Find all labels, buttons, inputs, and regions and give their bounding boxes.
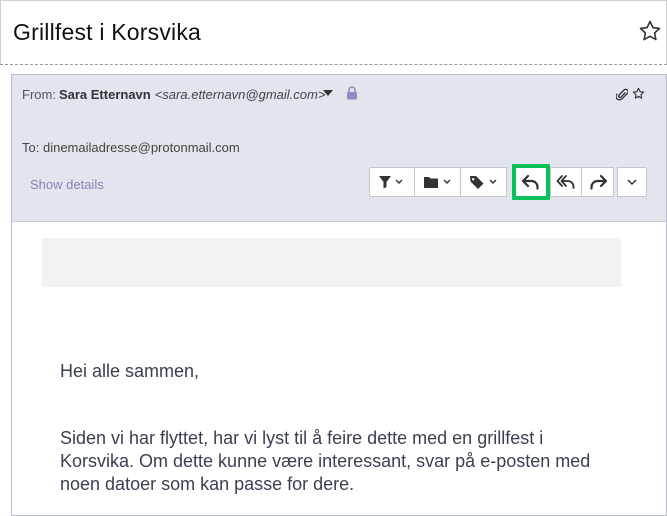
message-header: From: Sara Etternavn <sara.etternavn@gmail…: [12, 75, 666, 222]
filter-icon: [379, 176, 403, 189]
chevron-down-icon: [627, 179, 637, 186]
to-label: To:: [22, 140, 40, 155]
reply-icon: [521, 174, 539, 190]
reply-all-button[interactable]: [550, 167, 582, 197]
email-subject: Grillfest i Korsvika: [13, 19, 202, 45]
from-line: From: Sara Etternavn <sara.etternavn@gmail…: [22, 87, 325, 102]
message-container: From: Sara Etternavn <sara.etternavn@gmail…: [11, 74, 667, 516]
reply-all-icon: [556, 175, 575, 189]
forward-button[interactable]: [582, 167, 614, 197]
folder-icon: [423, 177, 450, 188]
to-line: To: dinemailadresse@protonmail.com: [22, 140, 240, 155]
star-icon[interactable]: [638, 19, 662, 43]
from-label: From:: [22, 87, 56, 102]
reply-button[interactable]: [512, 164, 550, 200]
body-paragraph: Siden vi har flyttet, har vi lyst til å …: [60, 428, 591, 494]
label-icon: [469, 176, 496, 189]
move-to-folder-button[interactable]: [415, 167, 461, 197]
sender-email[interactable]: <sara.etternavn@gmail.com>: [155, 87, 326, 102]
label-button[interactable]: [461, 167, 507, 197]
paperclip-icon: [615, 87, 629, 101]
sender-name[interactable]: Sara Etternavn: [59, 87, 151, 102]
remote-content-banner: [42, 238, 621, 287]
filter-button[interactable]: [369, 167, 415, 197]
star-small-icon[interactable]: [632, 87, 645, 100]
more-actions-button[interactable]: [617, 167, 647, 197]
lock-icon: [346, 86, 358, 100]
subject-bar: Grillfest i Korsvika: [0, 0, 667, 65]
forward-icon: [589, 174, 607, 190]
show-details-link[interactable]: Show details: [30, 177, 104, 192]
message-toolbar: [369, 164, 647, 200]
recipient-email[interactable]: dinemailadresse@protonmail.com: [43, 140, 240, 155]
divider: [0, 64, 667, 65]
sender-dropdown-icon[interactable]: [323, 90, 333, 96]
body-greeting: Hei alle sammen,: [60, 361, 200, 381]
